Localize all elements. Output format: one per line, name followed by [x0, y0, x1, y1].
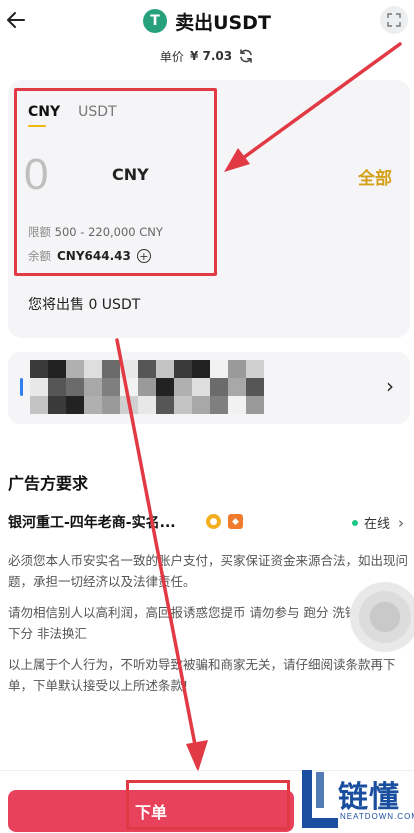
unit-price-label: 单价	[159, 49, 184, 64]
mosaic-cell	[48, 378, 66, 396]
mosaic-cell	[102, 396, 120, 414]
mosaic-cell	[246, 378, 264, 396]
mosaic-cell	[84, 396, 102, 414]
header-title-group: T 卖出USDT	[0, 6, 414, 36]
section-title-requirements: 广告方要求	[8, 474, 89, 493]
mosaic-cell	[120, 360, 138, 378]
refresh-icon[interactable]	[238, 48, 254, 64]
mosaic-cell	[66, 378, 84, 396]
mosaic-cell	[120, 378, 138, 396]
sell-value: 0 USDT	[88, 297, 141, 313]
online-dot-icon	[351, 519, 358, 526]
mosaic-cell	[156, 378, 174, 396]
mosaic-cell	[138, 378, 156, 396]
highlight-box-order	[126, 780, 290, 830]
requirement-paragraph: 以上属于个人行为，不听劝导致被骗和商家无关，请仔细阅读条款再下单，下单默认接受以…	[8, 657, 396, 693]
mosaic-cell	[192, 360, 210, 378]
floating-assistive-button[interactable]	[350, 582, 414, 652]
mosaic-cell	[228, 360, 246, 378]
verified-badge-icon: ●	[206, 514, 221, 529]
watermark-brand: 链懂	[338, 780, 400, 815]
mosaic-cell	[174, 360, 192, 378]
mosaic-cell	[192, 378, 210, 396]
mosaic-cell	[138, 360, 156, 378]
watermark-domain: NEATDOWN.COM	[340, 812, 414, 821]
usdt-logo-icon: T	[143, 9, 168, 33]
mosaic-cell	[30, 378, 48, 396]
mosaic-cell	[174, 396, 192, 414]
mosaic-cell	[138, 396, 156, 414]
mosaic-cell	[84, 360, 102, 378]
merchant-name[interactable]: 银河重工-四年老商-实名...	[8, 512, 176, 532]
mosaic-cell	[156, 360, 174, 378]
requirement-paragraph: 请勿相信别人以高利润，高回报诱惑您提币 请勿参与 跑分 洗钱 赌博 上下分 非法…	[8, 605, 403, 641]
payment-method-indicator	[20, 378, 23, 396]
requirement-paragraph: 必须您本人币安实名一致的账户支付，买家保证资金来源合法，如出现问题，承担一切经济…	[8, 553, 409, 589]
chevron-right-icon[interactable]: ›	[386, 374, 394, 398]
mosaic-cell	[84, 378, 102, 396]
unit-price-value: ¥ 7.03	[189, 49, 233, 63]
unit-price-row: 单价 ¥ 7.03	[0, 44, 414, 68]
page-title: 卖出USDT	[175, 11, 271, 34]
mosaic-cell	[156, 396, 174, 414]
online-status[interactable]: 在线 ›	[351, 513, 404, 532]
mosaic-cell	[30, 396, 48, 414]
mosaic-cell	[246, 360, 264, 378]
mosaic-cell	[246, 396, 264, 414]
mosaic-cell	[174, 378, 192, 396]
mosaic-cell	[66, 396, 84, 414]
payment-method-mosaic	[30, 360, 264, 414]
sell-summary: 您将出售 0 USDT	[28, 294, 140, 314]
mosaic-cell	[48, 396, 66, 414]
mosaic-cell	[30, 360, 48, 378]
mosaic-cell	[102, 360, 120, 378]
sell-label: 您将出售	[28, 297, 84, 313]
mosaic-cell	[210, 378, 228, 396]
mosaic-cell	[48, 360, 66, 378]
expand-icon	[387, 13, 401, 27]
mosaic-cell	[192, 396, 210, 414]
mosaic-cell	[120, 396, 138, 414]
mosaic-cell	[228, 378, 246, 396]
highlight-box-amount	[14, 88, 217, 276]
mosaic-cell	[102, 378, 120, 396]
online-status-label: 在线	[363, 517, 390, 532]
mosaic-cell	[210, 360, 228, 378]
merchant-shield-icon: ◆	[228, 514, 243, 529]
chevron-right-icon: ›	[398, 513, 404, 532]
all-button[interactable]: 全部	[358, 164, 392, 189]
mosaic-cell	[66, 360, 84, 378]
mosaic-cell	[210, 396, 228, 414]
expand-button[interactable]	[380, 6, 408, 34]
mosaic-cell	[228, 396, 246, 414]
